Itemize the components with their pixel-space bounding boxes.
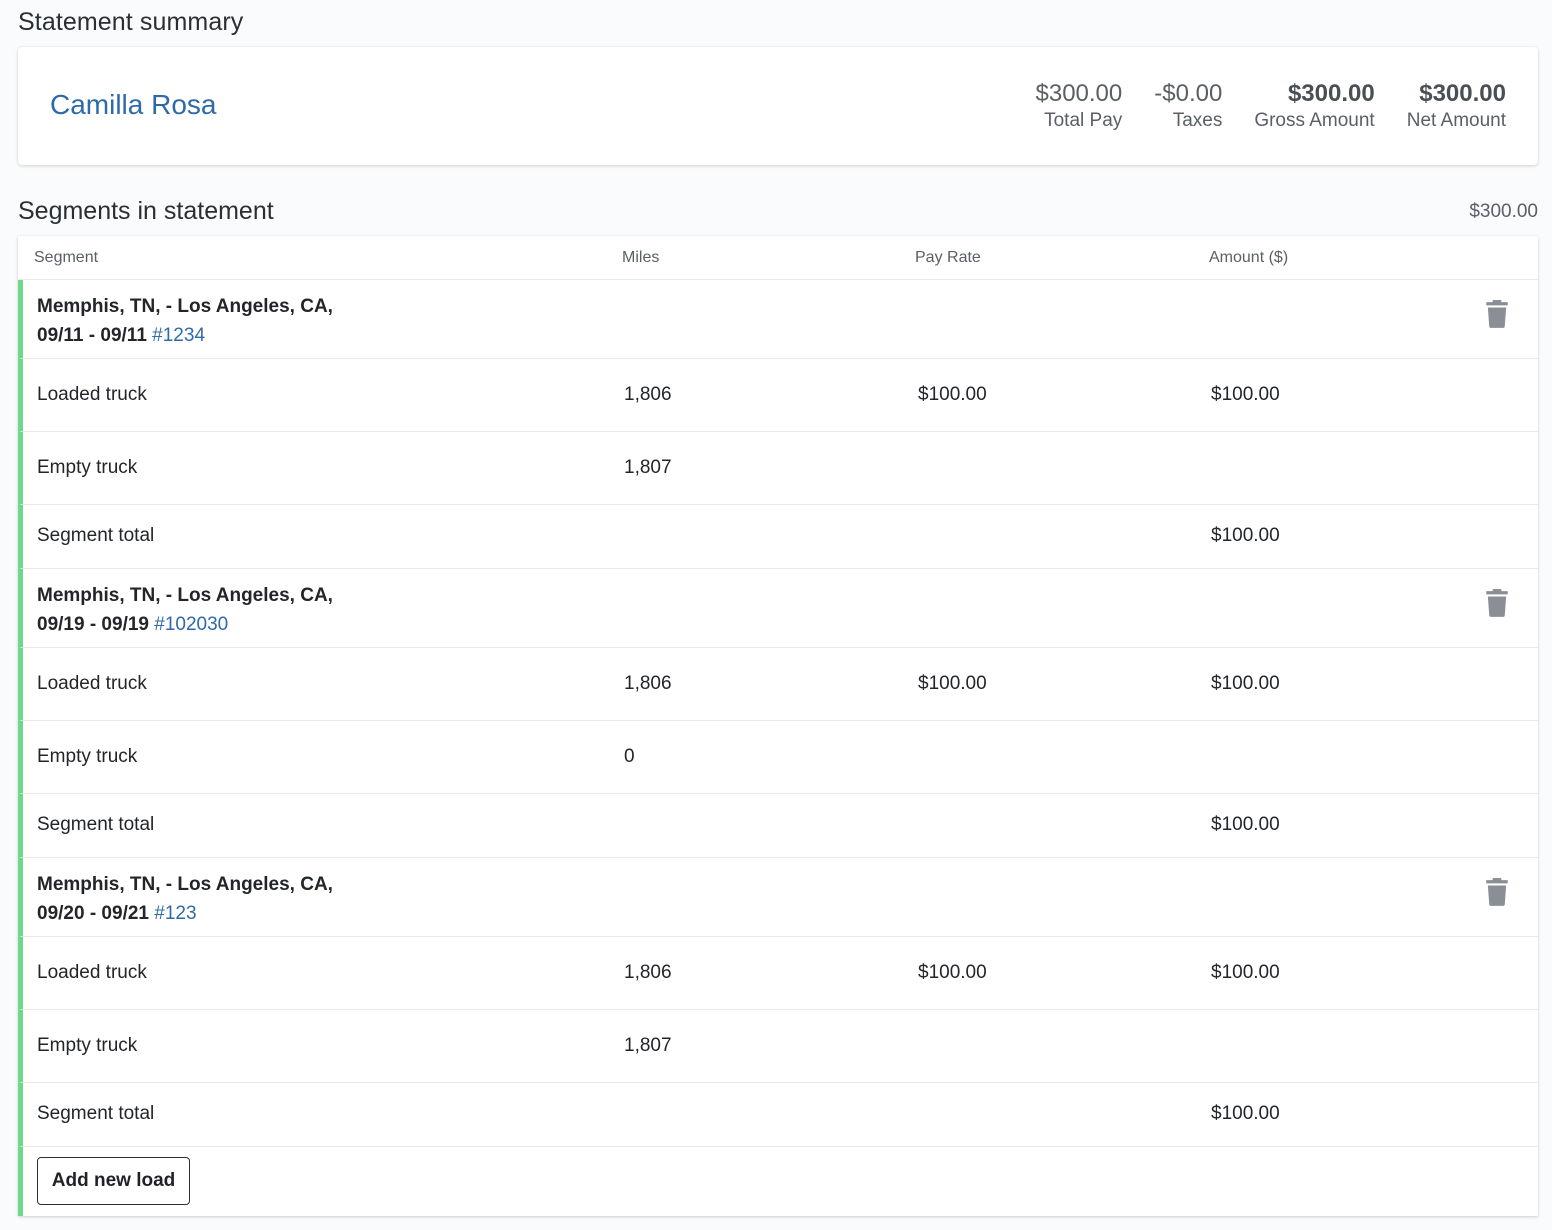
row-miles: 1,807 xyxy=(624,457,672,478)
taxes-value: -$0.00 xyxy=(1154,80,1223,107)
segment-total-row: Segment total $100.00 xyxy=(18,1083,1538,1147)
column-header-miles: Miles xyxy=(622,249,660,266)
driver-name-link[interactable]: Camilla Rosa xyxy=(50,89,217,121)
segments-total: $300.00 xyxy=(1469,201,1538,222)
row-miles: 1,807 xyxy=(624,1035,672,1056)
load-id-link[interactable]: #123 xyxy=(154,903,196,924)
total-pay-stat: $300.00 Total Pay xyxy=(1036,79,1123,133)
segment-header-row: Memphis, TN, - Los Angeles, CA, 09/19 - … xyxy=(18,569,1538,648)
table-header: Segment Miles Pay Rate Amount ($) xyxy=(18,236,1538,280)
row-pay-rate: $100.00 xyxy=(918,673,987,694)
trash-icon[interactable] xyxy=(1484,300,1510,328)
segment-route-text: Memphis, TN, - Los Angeles, CA, xyxy=(37,874,333,895)
segment-total-label: Segment total xyxy=(37,525,155,546)
segment-total-amount: $100.00 xyxy=(1211,1103,1280,1124)
row-pay-rate: $100.00 xyxy=(918,962,987,983)
gross-amount-label: Gross Amount xyxy=(1254,110,1375,131)
segment-dates: 09/20 - 09/21 xyxy=(37,903,149,924)
row-label: Loaded truck xyxy=(37,673,147,694)
row-label: Loaded truck xyxy=(37,962,147,983)
table-row: Loaded truck 1,806 $100.00 $100.00 xyxy=(18,648,1538,721)
taxes-label: Taxes xyxy=(1172,110,1223,131)
net-amount-value: $300.00 xyxy=(1419,80,1506,107)
segments-table: Segment Miles Pay Rate Amount ($) Memphi… xyxy=(18,236,1538,1216)
row-label: Loaded truck xyxy=(37,384,147,405)
row-miles: 1,806 xyxy=(624,962,672,983)
load-id-link[interactable]: #1234 xyxy=(152,325,205,346)
segment-route-text: Memphis, TN, - Los Angeles, CA, xyxy=(37,585,333,606)
trash-icon[interactable] xyxy=(1484,589,1510,617)
row-label: Empty truck xyxy=(37,1035,138,1056)
segment-total-row: Segment total $100.00 xyxy=(18,794,1538,858)
table-footer: Add new load xyxy=(18,1147,1538,1216)
segment-total-label: Segment total xyxy=(37,814,155,835)
table-row: Loaded truck 1,806 $100.00 $100.00 xyxy=(18,937,1538,1010)
segment-total-row: Segment total $100.00 xyxy=(18,505,1538,569)
table-row: Empty truck 0 xyxy=(18,721,1538,794)
segment-total-amount: $100.00 xyxy=(1211,525,1280,546)
segment-route-text: Memphis, TN, - Los Angeles, CA, xyxy=(37,296,333,317)
row-amount: $100.00 xyxy=(1211,962,1280,983)
row-amount: $100.00 xyxy=(1211,384,1280,405)
table-row: Empty truck 1,807 xyxy=(18,1010,1538,1083)
table-body: Memphis, TN, - Los Angeles, CA, 09/11 - … xyxy=(18,280,1538,1216)
gross-amount-value: $300.00 xyxy=(1287,80,1375,107)
row-miles: 0 xyxy=(624,746,635,767)
column-header-amount: Amount ($) xyxy=(1209,249,1289,266)
row-amount: $100.00 xyxy=(1211,673,1280,694)
row-miles: 1,806 xyxy=(624,673,672,694)
row-label: Empty truck xyxy=(37,746,138,767)
segments-title: Segments in statement xyxy=(18,197,274,225)
row-miles: 1,806 xyxy=(624,384,672,405)
net-amount-label: Net Amount xyxy=(1406,110,1506,131)
column-header-segment: Segment xyxy=(34,249,99,266)
segment-header-row: Memphis, TN, - Los Angeles, CA, 09/11 - … xyxy=(18,280,1538,359)
segment-header-row: Memphis, TN, - Los Angeles, CA, 09/20 - … xyxy=(18,858,1538,937)
table-row: Empty truck 1,807 xyxy=(18,432,1538,505)
statement-page: Statement summary Camilla Rosa $300.00 T… xyxy=(0,0,1552,1230)
segment-dates: 09/19 - 09/19 xyxy=(37,614,149,635)
segment-total-amount: $100.00 xyxy=(1211,814,1280,835)
net-amount-stat: $300.00 Net Amount xyxy=(1407,79,1506,133)
segment-route: Memphis, TN, - Los Angeles, CA, 09/11 - … xyxy=(37,292,333,350)
trash-icon[interactable] xyxy=(1484,878,1510,906)
table-row: Loaded truck 1,806 $100.00 $100.00 xyxy=(18,359,1538,432)
segment-route: Memphis, TN, - Los Angeles, CA, 09/20 - … xyxy=(37,870,333,928)
add-new-load-button[interactable]: Add new load xyxy=(37,1157,190,1205)
summary-card: Camilla Rosa $300.00 Total Pay -$0.00 Ta… xyxy=(18,47,1538,165)
row-pay-rate: $100.00 xyxy=(918,384,987,405)
segment-route: Memphis, TN, - Los Angeles, CA, 09/19 - … xyxy=(37,581,333,639)
taxes-stat: -$0.00 Taxes xyxy=(1154,79,1222,133)
gross-amount-stat: $300.00 Gross Amount xyxy=(1254,79,1374,133)
total-pay-label: Total Pay xyxy=(1044,110,1123,131)
total-pay-value: $300.00 xyxy=(1035,80,1123,107)
load-id-link[interactable]: #102030 xyxy=(154,614,228,635)
summary-stats: $300.00 Total Pay -$0.00 Taxes $300.00 G… xyxy=(1036,79,1507,133)
page-title: Statement summary xyxy=(18,8,244,36)
segment-total-label: Segment total xyxy=(37,1103,155,1124)
row-label: Empty truck xyxy=(37,457,138,478)
column-header-pay-rate: Pay Rate xyxy=(915,249,981,266)
segment-dates: 09/11 - 09/11 xyxy=(37,325,147,346)
